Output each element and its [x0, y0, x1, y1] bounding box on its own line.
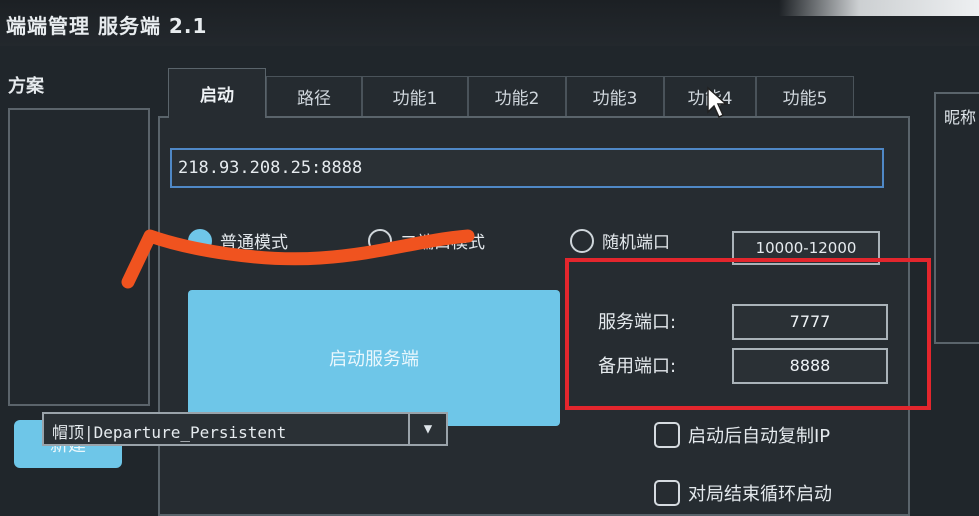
service-port-input[interactable]: 7777 [732, 304, 888, 340]
tab-feature5[interactable]: 功能5 [756, 76, 854, 116]
copy-ip-checkbox[interactable]: 启动后自动复制IP [654, 422, 830, 448]
checkbox-label: 启动后自动复制IP [688, 426, 831, 447]
radio-label: 普通模式 [220, 233, 288, 253]
checkbox-label: 对局结束循环启动 [688, 484, 832, 505]
tab-start[interactable]: 启动 [168, 68, 266, 118]
radio-normal-mode[interactable]: 普通模式 [188, 228, 288, 253]
radio-checked-icon [188, 228, 212, 253]
loop-start-checkbox[interactable]: 对局结束循环启动 [654, 480, 832, 506]
map-select-dropdown[interactable]: 帽顶|Departure_Persistent ▼ [42, 412, 448, 446]
left-panel-label: 方案 [8, 76, 44, 97]
tab-feature3[interactable]: 功能3 [566, 76, 664, 116]
right-panel [934, 92, 979, 344]
radio-unchecked-icon [368, 228, 392, 253]
checkbox-unchecked-icon [654, 480, 680, 506]
right-panel-label: 昵称 [944, 108, 977, 127]
radio-label: 二端口模式 [400, 233, 485, 253]
port-range-input[interactable]: 10000-12000 [732, 231, 880, 265]
backup-port-input[interactable]: 8888 [732, 348, 888, 384]
radio-unchecked-icon [570, 228, 594, 253]
radio-label: 随机端口 [602, 233, 670, 253]
title-bar: 端端管理 服务端 2.1 [0, 0, 979, 46]
scheme-list[interactable] [8, 108, 150, 406]
radio-random-port[interactable]: 随机端口 [570, 228, 670, 253]
server-address-input[interactable] [170, 148, 884, 188]
service-port-label: 服务端口: [598, 312, 677, 333]
checkbox-unchecked-icon [654, 422, 680, 448]
window-title: 端端管理 服务端 2.1 [6, 14, 208, 38]
dropdown-value: 帽顶|Departure_Persistent [52, 423, 287, 442]
tab-strip: 启动 路径 功能1 功能2 功能3 功能4 功能5 [158, 68, 914, 118]
start-server-button[interactable]: 启动服务端 [188, 290, 560, 426]
tab-feature1[interactable]: 功能1 [362, 76, 468, 116]
backup-port-row: 备用端口: 8888 [598, 348, 898, 384]
tab-feature4[interactable]: 功能4 [664, 76, 756, 116]
tab-path[interactable]: 路径 [266, 76, 362, 116]
screen-glare [779, 0, 979, 16]
service-port-row: 服务端口: 7777 [598, 304, 898, 340]
backup-port-label: 备用端口: [598, 356, 677, 377]
radio-dual-port-mode[interactable]: 二端口模式 [368, 228, 485, 253]
start-tab-body: 普通模式 二端口模式 随机端口 10000-12000 启动服务端 服务端口: … [158, 116, 910, 516]
tab-feature2[interactable]: 功能2 [468, 76, 566, 116]
chevron-down-icon[interactable]: ▼ [408, 414, 446, 444]
